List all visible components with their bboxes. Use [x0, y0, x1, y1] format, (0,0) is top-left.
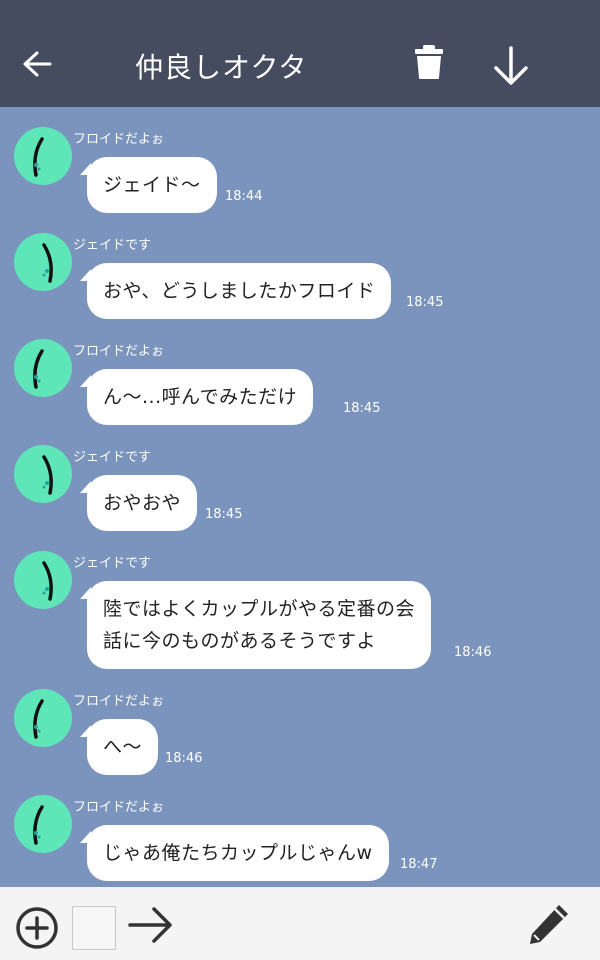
sender-name: ジェイドです: [73, 450, 152, 465]
avatar[interactable]: [14, 551, 72, 609]
avatar[interactable]: [14, 445, 72, 503]
message-bubble[interactable]: じゃあ俺たちカップルじゃんw: [87, 825, 389, 881]
sender-name: フロイドだよぉ: [73, 344, 165, 359]
message-time: 18:45: [406, 295, 444, 310]
avatar[interactable]: [14, 233, 72, 291]
message-bubble[interactable]: おやおや: [87, 475, 198, 531]
message-bubble[interactable]: おや、どうしましたかフロイド: [87, 263, 392, 319]
message-time: 18:47: [400, 857, 438, 872]
image-select-box[interactable]: [72, 906, 116, 950]
app-header: 仲良しオクタ: [0, 0, 600, 107]
plus-circle-icon[interactable]: [14, 905, 60, 951]
trash-icon[interactable]: [414, 44, 444, 80]
input-toolbar: [0, 887, 600, 960]
message-bubble[interactable]: ジェイド〜: [87, 157, 217, 213]
message-bubble[interactable]: 陸ではよくカップルがやる定番の会 話に今のものがあるそうですよ: [87, 581, 432, 669]
sender-name: ジェイドです: [73, 556, 152, 571]
avatar[interactable]: [14, 689, 72, 747]
message-bubble[interactable]: へ〜: [87, 719, 159, 775]
chat-title: 仲良しオクタ: [135, 51, 308, 84]
sender-name: ジェイドです: [73, 238, 152, 253]
message-time: 18:45: [205, 507, 243, 522]
message-bubble[interactable]: ん〜...呼んでみただけ: [87, 369, 314, 425]
message-time: 18:44: [225, 189, 263, 204]
pencil-icon[interactable]: [526, 901, 572, 947]
sender-name: フロイドだよぉ: [73, 694, 165, 709]
sender-name: フロイドだよぉ: [73, 800, 165, 815]
arrow-down-icon[interactable]: [492, 46, 530, 86]
arrow-right-icon[interactable]: [128, 905, 174, 945]
sender-name: フロイドだよぉ: [73, 132, 165, 147]
message-list[interactable]: フロイドだよぉ ジェイド〜 18:44 ジェイドです おや、どうしましたかフロイ…: [0, 107, 600, 887]
message-time: 18:46: [454, 645, 492, 660]
message-time: 18:46: [165, 751, 203, 766]
avatar[interactable]: [14, 127, 72, 185]
message-time: 18:45: [343, 401, 381, 416]
avatar[interactable]: [14, 795, 72, 853]
avatar[interactable]: [14, 339, 72, 397]
arrow-left-icon[interactable]: [22, 48, 52, 80]
